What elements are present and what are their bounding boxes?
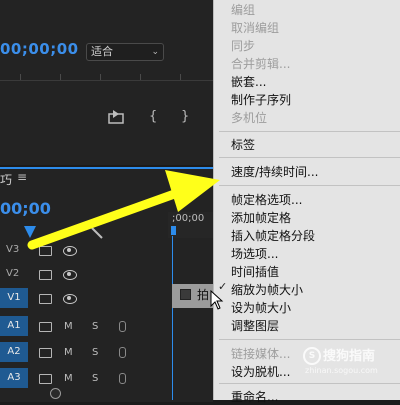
annotation-arrow xyxy=(27,170,220,250)
watermark-logo-icon: S xyxy=(303,347,321,365)
watermark-url: zhinan.sogou.com xyxy=(305,366,378,375)
watermark-text: 搜狗指南 xyxy=(323,349,376,364)
